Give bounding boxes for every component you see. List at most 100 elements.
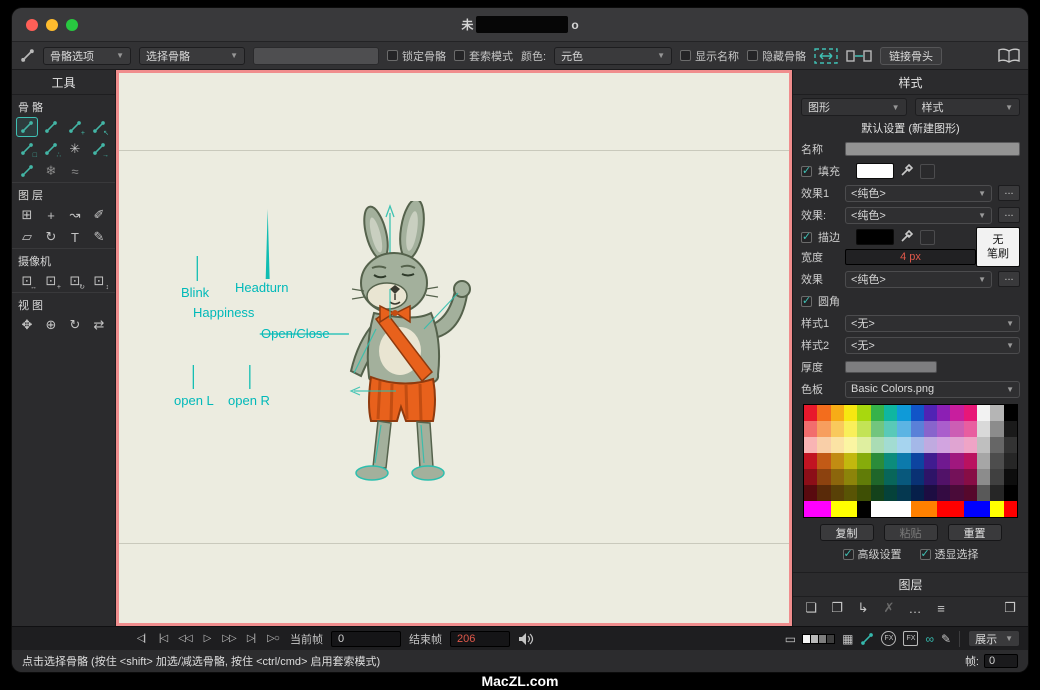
palette-swatch[interactable] xyxy=(1004,421,1017,437)
palette-swatch[interactable] xyxy=(871,501,884,517)
palette-swatch[interactable] xyxy=(911,501,924,517)
loop-button[interactable]: ▷○ xyxy=(264,633,282,644)
palette-swatch[interactable] xyxy=(844,469,857,485)
stroke-eyedropper-icon[interactable] xyxy=(900,229,914,246)
fill-checkbox[interactable] xyxy=(801,166,812,177)
prev-keyframe-button[interactable]: |◁ xyxy=(154,633,172,644)
palette-swatch[interactable] xyxy=(831,421,844,437)
stroke-color-swatch[interactable] xyxy=(856,229,894,245)
current-frame-field[interactable]: 0 xyxy=(331,631,401,647)
palette-swatch[interactable] xyxy=(844,453,857,469)
tool-layer-painter[interactable]: ✐ xyxy=(88,205,110,225)
control-label[interactable]: open R xyxy=(228,393,270,408)
palette-swatch[interactable] xyxy=(897,485,910,501)
tool-bone-dynamics[interactable]: ≈ xyxy=(64,161,86,181)
palette-swatch[interactable] xyxy=(804,485,817,501)
popout-panel-button[interactable]: ❒ xyxy=(1000,600,1020,616)
palette-swatch[interactable] xyxy=(871,405,884,421)
paste-style-button[interactable]: 粘贴 xyxy=(884,524,938,541)
lock-bones-checkbox[interactable]: 锁定骨骼 xyxy=(387,48,446,64)
palette-swatch[interactable] xyxy=(964,469,977,485)
palette-swatch[interactable] xyxy=(884,453,897,469)
tool-follow-path[interactable]: ↝ xyxy=(64,205,86,225)
palette-swatch[interactable] xyxy=(950,405,963,421)
fit-bones-icon[interactable] xyxy=(814,48,838,64)
more-layer-options-button[interactable]: … xyxy=(905,601,925,616)
palette-swatch[interactable] xyxy=(1004,485,1017,501)
fill-effect2-dropdown[interactable]: <纯色>▼ xyxy=(845,207,992,224)
palette-swatch[interactable] xyxy=(911,405,924,421)
palette-swatch[interactable] xyxy=(950,485,963,501)
tool-reparent-bone[interactable]: ↖ xyxy=(88,117,110,137)
step-back-button[interactable]: ◁◁ xyxy=(176,633,194,644)
jump-start-button[interactable]: ◁| xyxy=(132,633,150,644)
control-label[interactable]: Open/Close xyxy=(261,326,330,341)
palette-swatch[interactable] xyxy=(844,405,857,421)
link-bone-button[interactable]: 链接骨头 xyxy=(880,47,942,65)
palette-swatch[interactable] xyxy=(804,453,817,469)
palette-swatch[interactable] xyxy=(937,501,950,517)
round-caps-checkbox[interactable] xyxy=(801,296,812,307)
hide-bones-checkbox[interactable]: 隐藏骨骼 xyxy=(747,48,806,64)
palette-swatch[interactable] xyxy=(817,405,830,421)
palette-swatch[interactable] xyxy=(990,421,1003,437)
palette-swatch[interactable] xyxy=(844,437,857,453)
palette-swatch[interactable] xyxy=(964,405,977,421)
palette-swatch[interactable] xyxy=(990,453,1003,469)
palette-swatch[interactable] xyxy=(977,485,990,501)
tool-select-bone[interactable] xyxy=(16,161,38,181)
palette-swatch[interactable] xyxy=(804,437,817,453)
stroke-width-field[interactable]: 4 px xyxy=(845,249,976,265)
palette-swatch[interactable] xyxy=(911,485,924,501)
palette-swatch[interactable] xyxy=(1004,469,1017,485)
palette-swatch[interactable] xyxy=(844,485,857,501)
palette-swatch[interactable] xyxy=(990,437,1003,453)
palette-swatch[interactable] xyxy=(884,421,897,437)
zoom-window-button[interactable] xyxy=(66,19,78,31)
palette-swatch[interactable] xyxy=(884,405,897,421)
tool-eyedropper[interactable]: ✎ xyxy=(88,227,110,247)
palette-swatch[interactable] xyxy=(897,405,910,421)
palette-swatch[interactable] xyxy=(1004,501,1017,517)
palette-swatch[interactable] xyxy=(937,437,950,453)
style-name-input[interactable] xyxy=(845,142,1020,156)
fill-eyedropper-icon[interactable] xyxy=(900,163,914,180)
palette-swatch[interactable] xyxy=(924,469,937,485)
tool-bone-strength[interactable]: ✳ xyxy=(64,139,86,159)
palette-swatch[interactable] xyxy=(1004,437,1017,453)
layer-settings-button[interactable]: ≡ xyxy=(931,601,951,616)
palette-swatch[interactable] xyxy=(924,501,937,517)
tool-zoom-camera[interactable]: ⊡+ xyxy=(40,271,62,291)
fill-effect1-dropdown[interactable]: <纯色>▼ xyxy=(845,185,992,202)
palette-swatch[interactable] xyxy=(817,501,830,517)
palette-swatch[interactable] xyxy=(977,501,990,517)
palette-swatch[interactable] xyxy=(950,501,963,517)
palette-swatch[interactable] xyxy=(937,405,950,421)
palette-swatch[interactable] xyxy=(937,485,950,501)
palette-swatch[interactable] xyxy=(897,437,910,453)
lasso-mode-checkbox[interactable]: 套索模式 xyxy=(454,48,513,64)
stroke-effect-swatch[interactable] xyxy=(920,230,935,245)
style2-dropdown[interactable]: <无>▼ xyxy=(845,337,1020,354)
see-through-selection-checkbox[interactable]: 透显选择 xyxy=(920,546,979,562)
tool-pan-view[interactable]: ✥ xyxy=(16,315,38,335)
palette-swatch[interactable] xyxy=(964,501,977,517)
tool-rotate-layer[interactable]: ↻ xyxy=(40,227,62,247)
palette-swatch[interactable] xyxy=(964,485,977,501)
palette-swatch[interactable] xyxy=(857,437,870,453)
tool-transform-bone[interactable] xyxy=(16,117,38,137)
palette-swatch[interactable] xyxy=(924,453,937,469)
select-bone-dropdown[interactable]: 选择骨骼▼ xyxy=(139,47,245,65)
minimize-window-button[interactable] xyxy=(46,19,58,31)
tool-shear-layer[interactable]: ▱ xyxy=(16,227,38,247)
fx-square-toggle[interactable]: FX xyxy=(903,631,918,646)
palette-swatch[interactable] xyxy=(871,453,884,469)
tool-add-bone[interactable]: + xyxy=(64,117,86,137)
frame-value-field[interactable]: 0 xyxy=(984,654,1018,668)
palette-swatch[interactable] xyxy=(1004,405,1017,421)
tool-bind-points[interactable]: ∴ xyxy=(40,139,62,159)
show-names-checkbox[interactable]: 显示名称 xyxy=(680,48,739,64)
palette-swatch[interactable] xyxy=(964,437,977,453)
duplicate-layer-button[interactable]: ❐ xyxy=(827,600,847,616)
style1-dropdown[interactable]: <无>▼ xyxy=(845,315,1020,332)
